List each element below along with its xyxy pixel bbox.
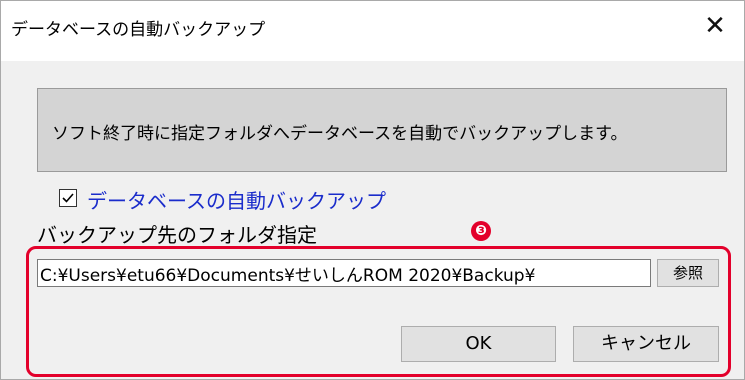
title-bar: データベースの自動バックアップ ✕: [1, 1, 744, 61]
ok-button[interactable]: OK: [401, 326, 556, 362]
dialog-body: ソフト終了時に指定フォルダへデータベースを自動でバックアップします。 データベー…: [1, 61, 744, 379]
auto-backup-label[interactable]: データベースの自動バックアップ: [87, 185, 386, 214]
auto-backup-checkbox[interactable]: [59, 189, 77, 207]
step-3-badge: ❸: [471, 221, 491, 241]
backup-folder-label: バックアップ先のフォルダ指定: [37, 223, 317, 247]
info-panel: ソフト終了時に指定フォルダへデータベースを自動でバックアップします。: [37, 88, 727, 172]
window-title: データベースの自動バックアップ: [11, 20, 266, 40]
info-text: ソフト終了時に指定フォルダへデータベースを自動でバックアップします。: [52, 124, 628, 144]
cancel-button[interactable]: キャンセル: [573, 326, 719, 362]
backup-dialog: データベースの自動バックアップ ✕ ソフト終了時に指定フォルダへデータベースを自…: [0, 0, 745, 380]
checkmark-icon: [62, 193, 74, 203]
browse-button[interactable]: 参照: [657, 259, 719, 287]
backup-folder-path-input[interactable]: [37, 259, 651, 287]
close-icon[interactable]: ✕: [700, 11, 730, 41]
